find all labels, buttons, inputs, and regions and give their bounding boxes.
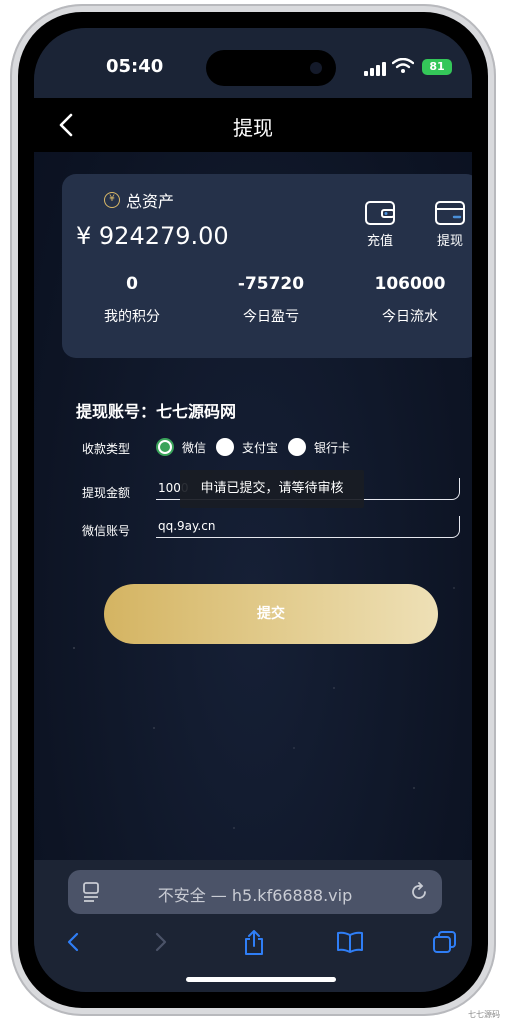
stat-label: 今日盈亏: [243, 309, 299, 325]
amount-label: 提现金额: [82, 486, 131, 500]
status-bar: 05:40 81: [34, 28, 472, 98]
stat-turnover: 106000 今日流水: [350, 274, 470, 326]
toast-message: 申请已提交，请等待审核: [180, 470, 364, 508]
address-bar[interactable]: 不安全 — h5.kf66888.vip: [68, 870, 442, 914]
withdraw-button[interactable]: 提现: [426, 200, 472, 249]
asset-card: ¥ 总资产 ¥ 924279.00 充值 提现 0 我的积分 -75720 今日…: [62, 174, 472, 358]
radio-bankcard[interactable]: [288, 438, 307, 456]
withdraw-account: 提现账号：七七源码网: [76, 402, 237, 421]
battery-icon: 81: [422, 59, 452, 75]
tabs-icon[interactable]: [432, 930, 458, 954]
dynamic-island: [206, 50, 336, 86]
status-time: 05:40: [106, 56, 164, 77]
nav-bar: 提现: [34, 98, 472, 152]
page-title: 提现: [233, 116, 273, 140]
radio-alipay-label: 支付宝: [242, 440, 279, 455]
phone-bezel: 05:40 81 提现 ¥ 总资产 ¥ 924279.00 充值 提现 0 我的…: [18, 12, 488, 1008]
stat-label: 我的积分: [104, 309, 160, 325]
browser-back-icon[interactable]: [62, 930, 86, 954]
home-indicator[interactable]: [186, 977, 336, 982]
screen: 05:40 81 提现 ¥ 总资产 ¥ 924279.00 充值 提现 0 我的…: [34, 28, 472, 992]
starfield-background: [34, 28, 472, 992]
camera-icon: [310, 62, 322, 74]
recharge-button[interactable]: 充值: [356, 200, 404, 249]
payment-type-group: 微信 支付宝 银行卡: [156, 438, 360, 456]
stat-label: 今日流水: [382, 309, 438, 325]
browser-forward-icon[interactable]: [148, 930, 172, 954]
asset-amount: ¥ 924279.00: [76, 222, 229, 250]
radio-wechat-label: 微信: [182, 440, 207, 455]
withdraw-label: 提现: [436, 234, 463, 249]
payment-type-label: 收款类型: [82, 442, 131, 456]
recharge-label: 充值: [366, 234, 393, 249]
signal-icon: [364, 62, 386, 76]
stat-value: 0: [126, 274, 138, 294]
stat-value: -75720: [237, 274, 305, 294]
wifi-icon: [392, 58, 414, 73]
browser-bar: 不安全 — h5.kf66888.vip: [34, 860, 472, 992]
url-text: 不安全 — h5.kf66888.vip: [157, 886, 353, 905]
phone-frame: 05:40 81 提现 ¥ 总资产 ¥ 924279.00 充值 提现 0 我的…: [10, 4, 496, 1016]
wechat-account-label: 微信账号: [82, 524, 131, 538]
share-icon[interactable]: [242, 930, 266, 956]
asset-label-row: ¥ 总资产: [104, 188, 174, 212]
wallet-icon: [365, 201, 395, 225]
radio-alipay[interactable]: [216, 438, 235, 456]
radio-bankcard-label: 银行卡: [314, 440, 351, 455]
stat-value: 106000: [374, 274, 446, 294]
radio-wechat[interactable]: [156, 438, 174, 456]
wechat-account-input[interactable]: qq.9ay.cn: [156, 516, 460, 538]
reload-icon[interactable]: [408, 881, 430, 903]
stat-profit: -75720 今日盈亏: [211, 274, 331, 326]
asset-label: 总资产: [126, 192, 175, 211]
card-icon: [435, 201, 465, 225]
stat-points: 0 我的积分: [72, 274, 192, 326]
watermark: 七七源码: [468, 1010, 500, 1019]
submit-button[interactable]: 提交: [104, 584, 438, 644]
bookmarks-icon[interactable]: [336, 930, 364, 954]
yen-coin-icon: ¥: [104, 192, 120, 208]
